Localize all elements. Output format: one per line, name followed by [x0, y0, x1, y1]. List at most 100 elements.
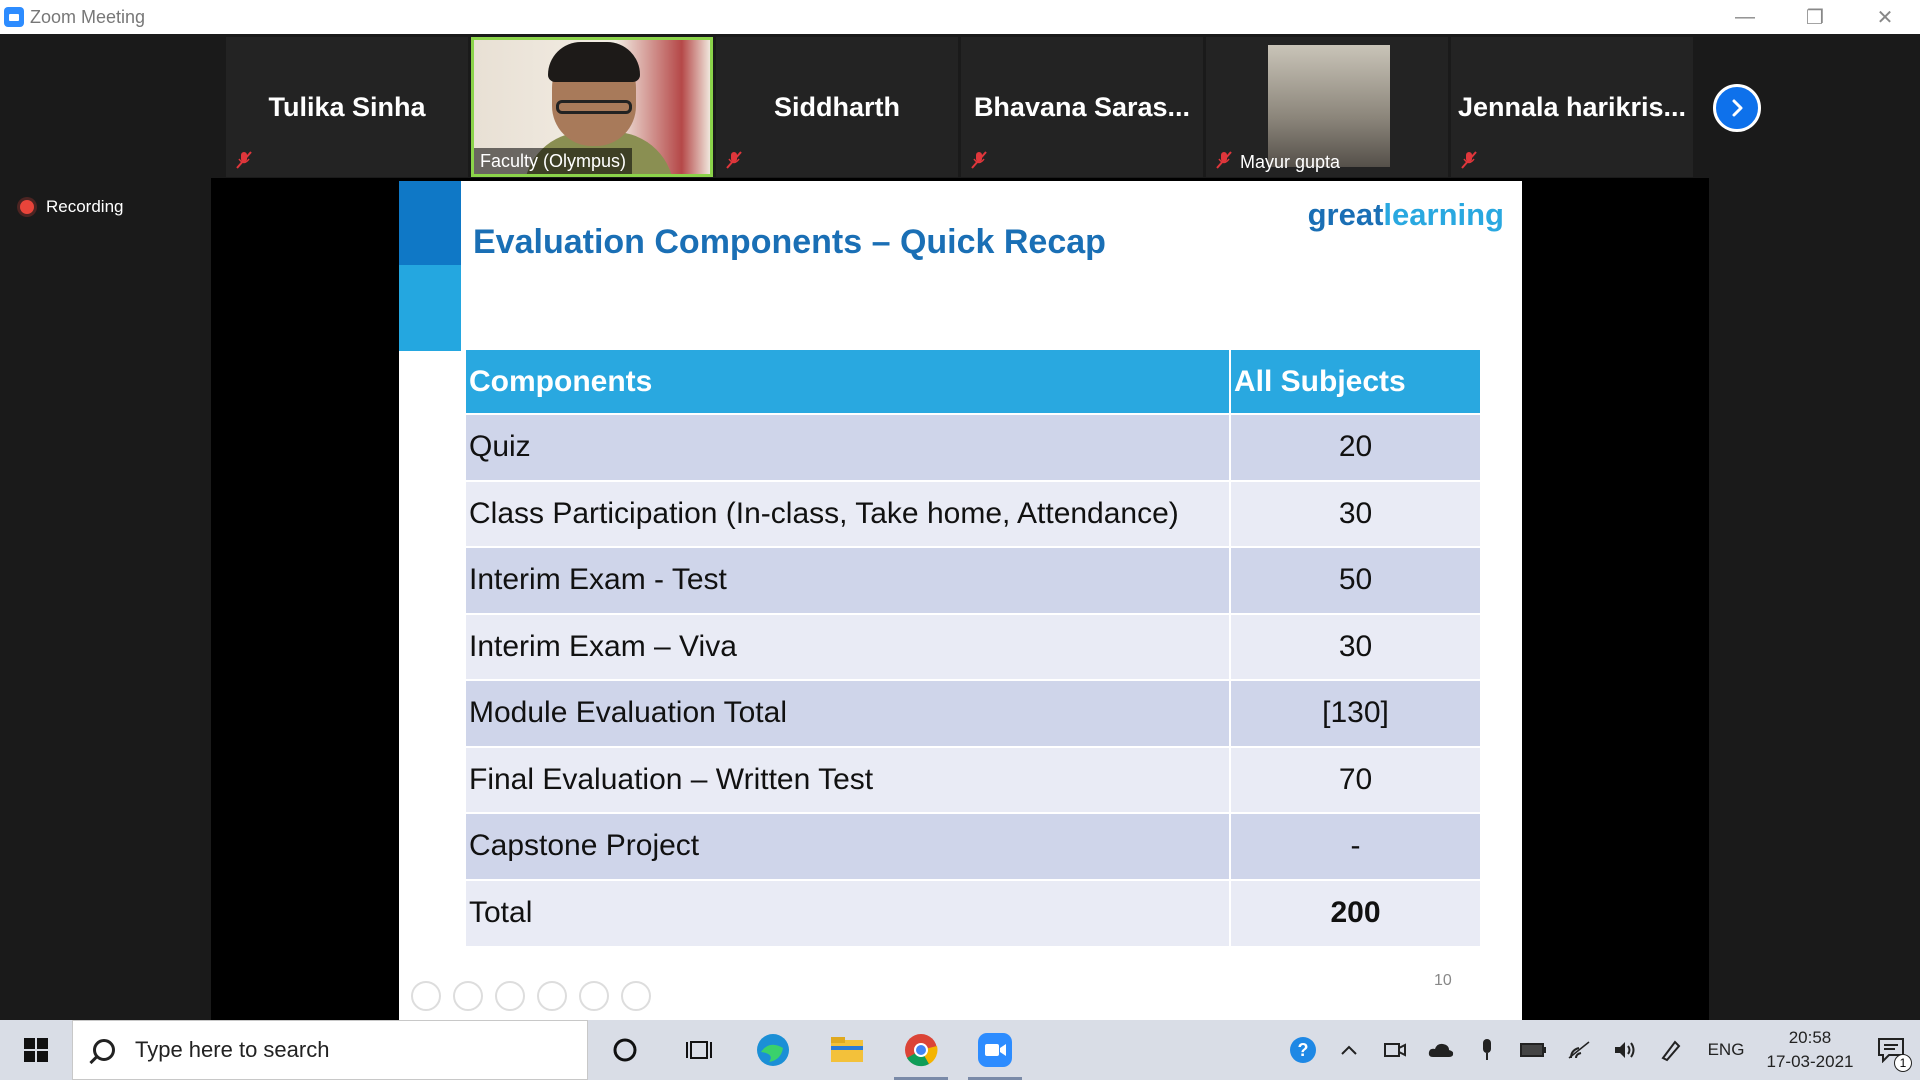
search-icon — [93, 1039, 115, 1061]
slides-icon[interactable] — [537, 981, 567, 1011]
microphone-icon — [1483, 1039, 1491, 1060]
chrome-browser-icon — [905, 1034, 938, 1067]
column-header: All Subjects — [1230, 350, 1482, 414]
cortana-icon — [613, 1038, 637, 1062]
participant-tile[interactable]: Tulika Sinha — [226, 37, 468, 177]
action-center-button[interactable]: 1 — [1862, 1020, 1920, 1080]
meet-now-button[interactable] — [1372, 1020, 1418, 1080]
taskbar-search-box[interactable]: Type here to search — [72, 1020, 588, 1080]
participant-tile[interactable]: Jennala harikris... — [1451, 37, 1693, 177]
chevron-right-icon — [1732, 99, 1743, 117]
component-cell: Quiz — [466, 413, 1231, 481]
muted-mic-icon — [1216, 151, 1232, 169]
participant-name: Tulika Sinha — [268, 91, 426, 122]
start-button[interactable] — [0, 1020, 72, 1080]
component-cell: Capstone Project — [466, 812, 1231, 880]
table-row: Final Evaluation – Written Test 70 — [466, 745, 1482, 813]
participant-name: Siddharth — [774, 91, 900, 122]
windows-taskbar: Type here to search ? ENG 20:58 17-03-20… — [0, 1020, 1920, 1080]
muted-mic-icon — [971, 151, 987, 169]
pen-icon — [1661, 1040, 1681, 1062]
zoom-app-icon — [4, 7, 24, 27]
help-icon: ? — [1290, 1037, 1316, 1063]
muted-mic-icon — [1461, 151, 1477, 169]
participant-video-tile[interactable]: Faculty (Olympus) — [471, 37, 713, 177]
slide-accent-bar — [399, 265, 461, 351]
next-slide-icon[interactable] — [453, 981, 483, 1011]
microphone-button[interactable] — [1464, 1020, 1510, 1080]
component-cell: Class Participation (In-class, Take home… — [466, 479, 1231, 547]
table-row: Module Evaluation Total [130] — [466, 679, 1482, 747]
participant-name: Mayur gupta — [1240, 152, 1341, 172]
chrome-taskbar-button[interactable] — [884, 1020, 958, 1080]
participant-name: Jennala harikris... — [1457, 91, 1687, 122]
pen-icon[interactable] — [495, 981, 525, 1011]
volume-button[interactable] — [1602, 1020, 1648, 1080]
value-cell: - — [1230, 812, 1482, 880]
taskbar-clock[interactable]: 20:58 17-03-2021 — [1758, 1026, 1862, 1074]
minimize-button[interactable]: — — [1710, 0, 1780, 34]
zoom-icon[interactable] — [579, 981, 609, 1011]
pen-workspace-button[interactable] — [1648, 1020, 1694, 1080]
participant-gallery: Tulika Sinha Faculty (Olympus) Siddharth… — [226, 37, 1696, 177]
evaluation-table: Components All Subjects Quiz 20 Class Pa… — [466, 350, 1482, 946]
component-cell: Interim Exam – Viva — [466, 612, 1231, 680]
windows-logo-icon — [24, 1038, 48, 1062]
battery-icon — [1520, 1043, 1546, 1057]
onedrive-button[interactable] — [1418, 1020, 1464, 1080]
clock-time: 20:58 — [1788, 1028, 1832, 1047]
value-cell: 70 — [1230, 745, 1482, 813]
cortana-button[interactable] — [588, 1020, 662, 1080]
component-cell: Total — [466, 878, 1231, 946]
muted-mic-icon — [236, 151, 252, 169]
muted-mic-icon — [726, 151, 742, 169]
slideshow-controls — [399, 981, 651, 1011]
more-icon[interactable] — [621, 981, 651, 1011]
edge-taskbar-button[interactable] — [736, 1020, 810, 1080]
show-hidden-icons-button[interactable] — [1326, 1020, 1372, 1080]
previous-slide-icon[interactable] — [411, 981, 441, 1011]
close-button[interactable]: ✕ — [1850, 0, 1920, 34]
slide-title: Evaluation Components – Quick Recap — [473, 223, 1106, 261]
network-button[interactable] — [1556, 1020, 1602, 1080]
window-titlebar: Zoom Meeting — ❐ ✕ — [0, 0, 1920, 34]
help-button[interactable]: ? — [1280, 1020, 1326, 1080]
window-title: Zoom Meeting — [30, 6, 146, 27]
participant-tile[interactable]: Bhavana Saras... — [961, 37, 1203, 177]
battery-button[interactable] — [1510, 1020, 1556, 1080]
task-view-button[interactable] — [662, 1020, 736, 1080]
table-row: Capstone Project - — [466, 812, 1482, 880]
table-row: Interim Exam - Test 50 — [466, 546, 1482, 614]
slide-accent-bar — [399, 181, 461, 265]
svg-text:?: ? — [1298, 1040, 1309, 1060]
value-cell: 200 — [1230, 878, 1482, 946]
meet-now-icon — [1384, 1043, 1406, 1057]
next-page-button[interactable] — [1713, 84, 1761, 132]
speaker-icon — [1615, 1042, 1635, 1058]
recording-indicator[interactable]: Recording — [20, 197, 124, 217]
value-cell: 30 — [1230, 479, 1482, 547]
presentation-slide: Evaluation Components – Quick Recap grea… — [399, 181, 1522, 1054]
participant-avatar — [1268, 45, 1390, 167]
participant-tile[interactable]: Mayur gupta — [1206, 37, 1448, 177]
recording-dot-icon — [20, 200, 34, 214]
component-cell: Final Evaluation – Written Test — [466, 745, 1231, 813]
edge-browser-icon — [757, 1034, 789, 1066]
greatlearning-logo: greatlearning — [1307, 197, 1504, 232]
system-tray: ? ENG 20:58 17-03-2021 1 — [1280, 1020, 1920, 1080]
participant-tile[interactable]: Siddharth — [716, 37, 958, 177]
component-cell: Interim Exam - Test — [466, 546, 1231, 614]
column-header: Components — [466, 350, 1231, 414]
slide-page-number: 10 — [1434, 972, 1452, 989]
file-explorer-button[interactable] — [810, 1020, 884, 1080]
component-cell: Module Evaluation Total — [466, 679, 1231, 747]
zoom-taskbar-button[interactable] — [958, 1020, 1032, 1080]
cloud-icon — [1428, 1043, 1454, 1057]
participant-video — [556, 100, 632, 114]
restore-button[interactable]: ❐ — [1780, 0, 1850, 34]
search-placeholder: Type here to search — [135, 1037, 330, 1062]
zoom-app-icon — [978, 1033, 1012, 1067]
participant-name: Faculty (Olympus) — [474, 148, 633, 174]
notification-count-badge: 1 — [1894, 1054, 1912, 1072]
input-language[interactable]: ENG — [1694, 1020, 1758, 1080]
